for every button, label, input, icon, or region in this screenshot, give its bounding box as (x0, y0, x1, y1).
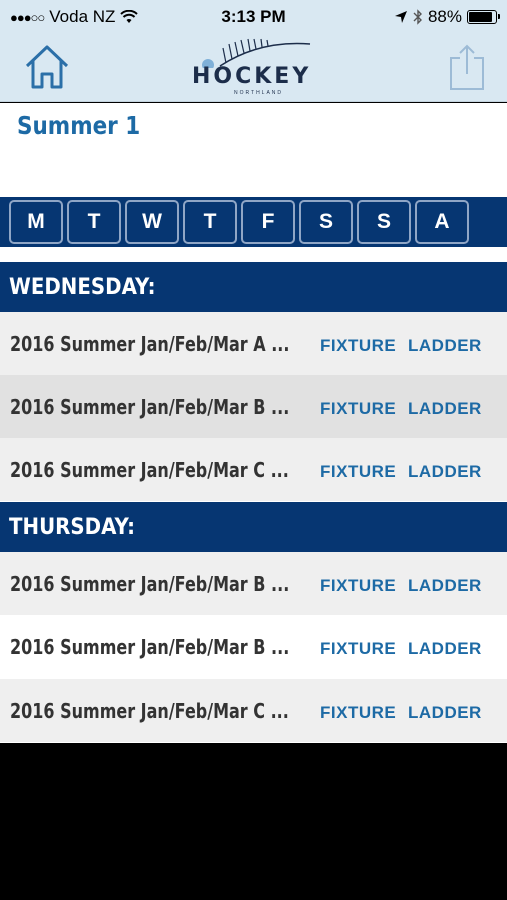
competition-row[interactable]: 2016 Summer Jan/Feb/Mar B ... FIXTURE LA… (0, 375, 507, 438)
fixture-link[interactable]: FIXTURE (320, 336, 396, 356)
competition-row[interactable]: 2016 Summer Jan/Feb/Mar A ... FIXTURE LA… (0, 312, 507, 375)
competition-name: 2016 Summer Jan/Feb/Mar B ... (10, 394, 290, 419)
page-title: Summer 1 (17, 111, 141, 140)
day-button-tuesday[interactable]: T (67, 200, 121, 244)
competition-name: 2016 Summer Jan/Feb/Mar B ... (10, 571, 290, 596)
ladder-link[interactable]: LADDER (408, 399, 482, 419)
ladder-link[interactable]: LADDER (408, 336, 482, 356)
section-header-label: WEDNESDAY: (9, 274, 156, 300)
fixture-link[interactable]: FIXTURE (320, 462, 396, 482)
bluetooth-icon (413, 9, 422, 25)
fixture-link[interactable]: FIXTURE (320, 399, 396, 419)
empty-bottom-area (0, 743, 507, 900)
section-header-thursday: THURSDAY: (0, 502, 507, 552)
status-bar-right: 88% (394, 7, 500, 27)
signal-dots-icon: ●●●○○ (10, 9, 45, 25)
location-arrow-icon (394, 11, 407, 23)
navigation-bar: HOCKEY NORTHLAND (0, 34, 507, 102)
status-bar-left: ●●●○○ Voda NZ (10, 7, 139, 27)
home-icon[interactable] (22, 42, 72, 92)
competition-name: 2016 Summer Jan/Feb/Mar C ... (10, 457, 289, 482)
competition-name: 2016 Summer Jan/Feb/Mar C ... (10, 698, 289, 723)
competition-row[interactable]: 2016 Summer Jan/Feb/Mar B ... FIXTURE LA… (0, 615, 507, 678)
fixture-link[interactable]: FIXTURE (320, 639, 396, 659)
competition-name: 2016 Summer Jan/Feb/Mar A ... (10, 331, 290, 356)
competition-row[interactable]: 2016 Summer Jan/Feb/Mar C ... FIXTURE LA… (0, 438, 507, 501)
wifi-icon (120, 10, 139, 23)
carrier-label: Voda NZ (49, 7, 116, 26)
day-button-friday[interactable]: F (241, 200, 295, 244)
competition-row[interactable]: 2016 Summer Jan/Feb/Mar B ... FIXTURE LA… (0, 552, 507, 615)
day-button-thursday[interactable]: T (183, 200, 237, 244)
day-button-all[interactable]: A (415, 200, 469, 244)
ladder-link[interactable]: LADDER (408, 703, 482, 723)
day-button-saturday[interactable]: S (299, 200, 353, 244)
day-button-sunday[interactable]: S (357, 200, 411, 244)
logo-text: HOCKEY (192, 64, 312, 89)
section-header-wednesday: WEDNESDAY: (0, 262, 507, 312)
ladder-link[interactable]: LADDER (408, 462, 482, 482)
logo-subtext: NORTHLAND (234, 90, 284, 96)
status-bar: ●●●○○ Voda NZ 3:13 PM 88% (0, 0, 507, 34)
hockey-northland-logo: HOCKEY NORTHLAND (190, 38, 320, 98)
competition-row[interactable]: 2016 Summer Jan/Feb/Mar C ... FIXTURE LA… (0, 679, 507, 742)
battery-icon (467, 10, 500, 24)
day-button-wednesday[interactable]: W (125, 200, 179, 244)
share-icon[interactable] (447, 42, 487, 92)
battery-fill (469, 12, 492, 22)
section-header-label: THURSDAY: (9, 514, 136, 540)
ladder-link[interactable]: LADDER (408, 639, 482, 659)
day-filter-bar: M T W T F S S A (0, 197, 507, 247)
ladder-link[interactable]: LADDER (408, 576, 482, 596)
competition-name: 2016 Summer Jan/Feb/Mar B ... (10, 634, 290, 659)
battery-percent: 88% (427, 7, 462, 26)
fixture-link[interactable]: FIXTURE (320, 576, 396, 596)
main-content: Summer 1 M T W T F S S A WEDNESDAY: 2016… (0, 103, 507, 743)
fixture-link[interactable]: FIXTURE (320, 703, 396, 723)
day-button-monday[interactable]: M (9, 200, 63, 244)
